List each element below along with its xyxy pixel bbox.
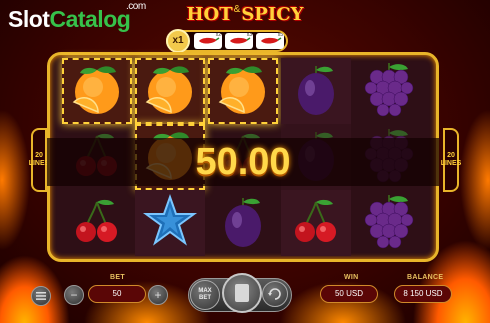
chili-level-2: x3 [225, 33, 253, 49]
reel-cell [354, 190, 424, 256]
orange-icon [214, 60, 272, 123]
win-value: 50 USD [320, 285, 378, 303]
reel-cell [135, 190, 205, 256]
plus-icon: + [154, 288, 162, 302]
reel-cell [354, 58, 424, 124]
cherry-icon [289, 194, 343, 253]
menu-icon [36, 292, 46, 300]
cherry-icon [70, 194, 124, 253]
chili-level-1: x2 [194, 33, 222, 49]
chili-level-3: x5 [256, 33, 284, 49]
balance-label: BALANCE [407, 274, 444, 281]
spin-button[interactable] [222, 273, 262, 313]
win-amount: 50.00 [195, 140, 291, 183]
max-bet-button[interactable]: MAX BET [190, 280, 220, 310]
grapes-icon [360, 191, 418, 256]
bet-increase-button[interactable]: + [148, 285, 168, 305]
orange-icon [141, 60, 199, 123]
minus-icon: − [70, 288, 78, 302]
multiplier-badge: x1 [166, 29, 190, 53]
autoplay-button[interactable] [262, 281, 288, 307]
grapes-icon [360, 59, 418, 124]
reel-cell [135, 58, 205, 124]
reel-cell [62, 58, 132, 124]
menu-button[interactable] [31, 286, 51, 306]
control-bar: BET − 50 + MAX BET WIN 50 USD BALANCE 8 … [0, 272, 490, 323]
bet-value: 50 [88, 285, 146, 303]
game-logo: HOT&SPICY [186, 4, 304, 25]
lines-indicator-left: 20 LINES [29, 128, 49, 192]
win-banner: 50.00 [47, 138, 439, 186]
plum-icon [289, 60, 343, 123]
reel-cell [208, 58, 278, 124]
reel-cell [62, 190, 132, 256]
orange-icon [68, 60, 126, 123]
star-icon [142, 193, 198, 254]
multiplier-bar: x1 x2 x3 x5 [166, 29, 288, 53]
reel-cell [281, 190, 351, 256]
win-label: WIN [344, 274, 359, 281]
reel-cell [281, 58, 351, 124]
autoplay-icon [268, 288, 281, 300]
plum-icon [216, 192, 270, 255]
slotcatalog-watermark: SlotCatalog .com [8, 1, 146, 32]
bet-decrease-button[interactable]: − [64, 285, 84, 305]
lines-indicator-right: 20 LINES [441, 128, 461, 192]
bet-label: BET [110, 274, 125, 281]
balance-value: 8 150 USD [394, 285, 452, 303]
stop-icon [235, 284, 249, 302]
reel-cell [208, 190, 278, 256]
